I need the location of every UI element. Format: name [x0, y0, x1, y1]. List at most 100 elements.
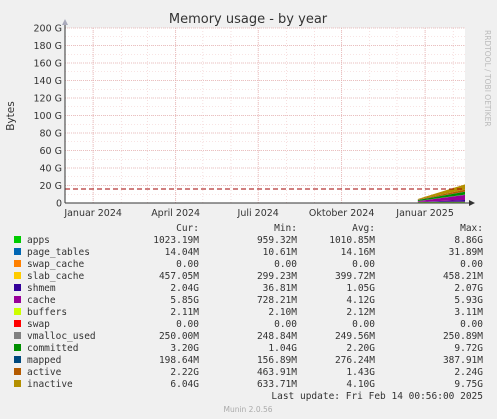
legend-swatch-mapped — [14, 356, 21, 363]
last-update: Last update: Fri Feb 14 00:56:00 2025 — [271, 391, 483, 402]
legend-label-cache: cache — [27, 295, 56, 306]
y-tick-label: 140 G — [33, 76, 62, 87]
legend-min-committed: 1.04G — [268, 343, 297, 354]
legend-swatch-swap-cache — [14, 260, 21, 267]
legend-label-vmalloc-used: vmalloc_used — [27, 331, 96, 342]
legend-cur-apps: 1023.19M — [153, 235, 199, 246]
legend-avg-vmalloc-used: 249.56M — [335, 331, 375, 342]
legend-max-shmem: 2.07G — [454, 283, 483, 294]
legend-max-vmalloc-used: 250.89M — [443, 331, 483, 342]
legend-label-swap-cache: swap_cache — [27, 259, 84, 270]
legend-cur-swap: 0.00 — [176, 319, 199, 330]
y-tick-label: 80 G — [40, 129, 62, 140]
legend-header-max: Max: — [460, 223, 483, 234]
legend-cur-active: 2.22G — [170, 367, 199, 378]
y-tick-label: 0 — [56, 199, 62, 210]
legend-max-slab-cache: 458.21M — [443, 271, 483, 282]
legend-min-inactive: 633.71M — [257, 379, 297, 390]
legend-max-swap: 0.00 — [460, 319, 483, 330]
legend-cur-page-tables: 14.04M — [165, 247, 200, 258]
legend-swatch-apps — [14, 236, 21, 243]
legend-max-swap-cache: 0.00 — [460, 259, 483, 270]
y-tick-label: 200 G — [33, 24, 62, 35]
y-axis-label: Bytes — [5, 101, 17, 130]
legend-swatch-committed — [14, 344, 21, 351]
legend-swatch-vmalloc-used — [14, 332, 21, 339]
legend-min-mapped: 156.89M — [257, 355, 297, 366]
legend-swatch-slab-cache — [14, 272, 21, 279]
legend-max-buffers: 3.11M — [454, 307, 483, 318]
legend-avg-swap: 0.00 — [352, 319, 375, 330]
x-tick-label: April 2024 — [151, 208, 200, 219]
legend-header-cur: Cur: — [176, 223, 199, 234]
legend-max-apps: 8.86G — [454, 235, 483, 246]
legend-cur-cache: 5.85G — [170, 295, 199, 306]
legend-swatch-active — [14, 368, 21, 375]
y-tick-label: 120 G — [33, 94, 62, 105]
y-tick-label: 60 G — [40, 146, 62, 157]
legend-label-page-tables: page_tables — [27, 247, 90, 258]
legend-min-slab-cache: 299.23M — [257, 271, 297, 282]
munin-version: Munin 2.0.56 — [223, 405, 272, 414]
legend-header-min: Min: — [274, 223, 297, 234]
legend-cur-swap-cache: 0.00 — [176, 259, 199, 270]
y-tick-labels: 0 20 G 40 G 60 G 80 G 100 G 120 G 140 G 160 G 180… — [33, 24, 62, 210]
legend-swatch-shmem — [14, 284, 21, 291]
chart-title: Memory usage - by year — [169, 12, 328, 27]
legend-min-apps: 959.32M — [257, 235, 297, 246]
legend-swatch-inactive — [14, 380, 21, 387]
legend-min-shmem: 36.81M — [263, 283, 298, 294]
legend-label-mapped: mapped — [27, 355, 61, 366]
legend-avg-committed: 2.20G — [346, 343, 375, 354]
legend-avg-mapped: 276.24M — [335, 355, 375, 366]
y-tick-label: 160 G — [33, 59, 62, 70]
legend-label-shmem: shmem — [27, 283, 56, 294]
legend-min-page-tables: 10.61M — [263, 247, 298, 258]
legend-avg-slab-cache: 399.72M — [335, 271, 375, 282]
legend-min-vmalloc-used: 248.84M — [257, 331, 297, 342]
legend-avg-cache: 4.12G — [346, 295, 375, 306]
legend-avg-swap-cache: 0.00 — [352, 259, 375, 270]
legend-min-buffers: 2.10M — [268, 307, 297, 318]
y-tick-label: 40 G — [40, 164, 62, 175]
legend-label-buffers: buffers — [27, 307, 67, 318]
legend-min-active: 463.91M — [257, 367, 297, 378]
legend-label-inactive: inactive — [27, 379, 73, 390]
legend-max-committed: 9.72G — [454, 343, 483, 354]
legend-avg-shmem: 1.05G — [346, 283, 375, 294]
legend-min-swap-cache: 0.00 — [274, 259, 297, 270]
x-tick-label: Januar 2024 — [63, 208, 122, 219]
rrdtool-credit: RRDTOOL / TOBI OETIKER — [483, 30, 492, 127]
legend-cur-vmalloc-used: 250.00M — [159, 331, 199, 342]
legend-max-page-tables: 31.89M — [449, 247, 484, 258]
x-tick-label: Januar 2025 — [395, 208, 454, 219]
x-tick-label: Oktober 2024 — [309, 208, 375, 219]
legend-label-slab-cache: slab_cache — [27, 271, 84, 282]
legend-max-active: 2.24G — [454, 367, 483, 378]
legend-cur-shmem: 2.04G — [170, 283, 199, 294]
legend-avg-active: 1.43G — [346, 367, 375, 378]
legend-cur-buffers: 2.11M — [170, 307, 199, 318]
legend-min-swap: 0.00 — [274, 319, 297, 330]
legend-cur-slab-cache: 457.05M — [159, 271, 199, 282]
legend-swatch-swap — [14, 320, 21, 327]
legend-swatch-cache — [14, 296, 21, 303]
legend-min-cache: 728.21M — [257, 295, 297, 306]
legend-swatch-page-tables — [14, 248, 21, 255]
legend-cur-mapped: 198.64M — [159, 355, 199, 366]
legend-label-swap: swap — [27, 319, 50, 330]
legend-label-apps: apps — [27, 235, 50, 246]
legend-cur-inactive: 6.04G — [170, 379, 199, 390]
x-axis-arrow — [469, 200, 475, 206]
legend-header-avg: Avg: — [352, 223, 375, 234]
legend-max-cache: 5.93G — [454, 295, 483, 306]
legend-avg-apps: 1010.85M — [329, 235, 375, 246]
legend-label-active: active — [27, 367, 62, 378]
y-axis-arrow — [62, 19, 68, 25]
y-tick-label: 20 G — [40, 181, 62, 192]
legend-max-inactive: 9.75G — [454, 379, 483, 390]
y-tick-label: 100 G — [33, 111, 62, 122]
legend-swatch-buffers — [14, 308, 21, 315]
chart: Memory usage - by year RRDTOOL / TOBI OE… — [5, 12, 492, 414]
legend-avg-page-tables: 14.16M — [341, 247, 376, 258]
